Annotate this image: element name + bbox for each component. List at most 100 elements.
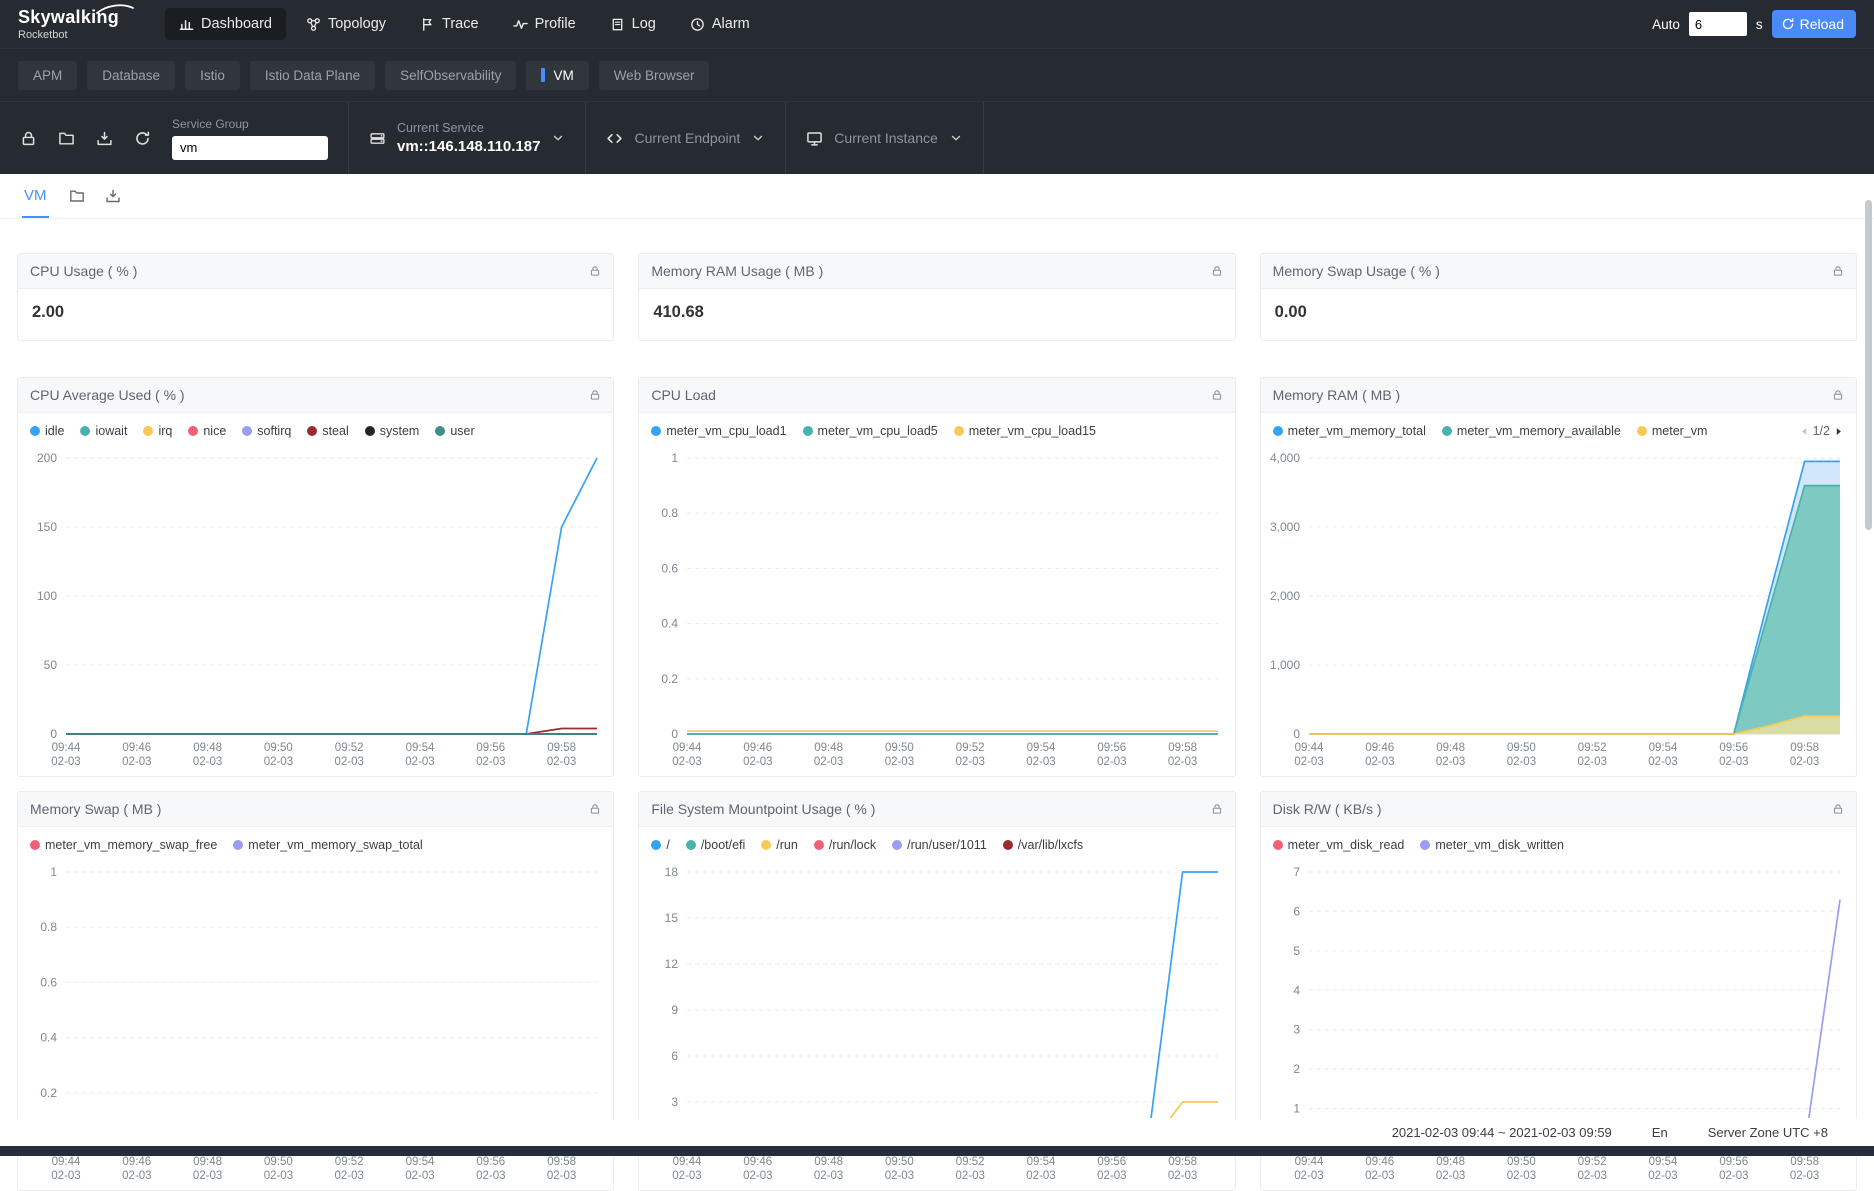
legend-item-run-user-1011[interactable]: /run/user/1011 [892, 838, 987, 852]
chart-legend: meter_vm_memory_swap_free meter_vm_memor… [18, 827, 613, 852]
legend-dot [1637, 426, 1647, 436]
legend-item-irq[interactable]: irq [143, 424, 172, 438]
legend-item-meter-vm-cpu-load1[interactable]: meter_vm_cpu_load1 [651, 424, 786, 438]
layer-tab-selfobservability[interactable]: SelfObservability [385, 61, 516, 90]
legend-item-run-lock[interactable]: /run/lock [814, 838, 876, 852]
svg-text:02-03: 02-03 [673, 756, 702, 768]
legend-label: meter_vm_cpu_load5 [818, 424, 938, 438]
legend-item-softirq[interactable]: softirq [242, 424, 291, 438]
footer-bar: 2021-02-03 09:44 ~ 2021-02-03 09:59 En S… [0, 1118, 1874, 1146]
svg-text:5: 5 [1293, 944, 1300, 958]
svg-text:4,000: 4,000 [1270, 451, 1300, 465]
lock-icon[interactable] [589, 389, 601, 401]
legend-dot [143, 426, 153, 436]
nav-item-dashboard[interactable]: Dashboard [165, 8, 286, 40]
nav-item-topology[interactable]: Topology [292, 8, 400, 40]
current-service-select[interactable]: Current Service vm::146.148.110.187 [348, 102, 585, 174]
service-group-input[interactable] [172, 136, 328, 160]
svg-text:09:44: 09:44 [52, 1156, 81, 1168]
reload-button[interactable]: Reload [1772, 10, 1856, 38]
nav-item-profile[interactable]: Profile [499, 8, 590, 40]
layer-tab-istio-data-plane[interactable]: Istio Data Plane [250, 61, 375, 90]
lock-icon[interactable] [1211, 265, 1223, 277]
dashboard-toolbar: Service Group Current Service vm::146.14… [0, 101, 1874, 174]
svg-text:09:56: 09:56 [1098, 742, 1127, 754]
svg-text:02-03: 02-03 [1506, 1170, 1535, 1182]
layer-tab-apm[interactable]: APM [18, 61, 77, 90]
legend-next-icon[interactable] [1833, 426, 1844, 437]
app-logo[interactable]: Skywalking Rocketbot [18, 8, 119, 41]
time-range-picker[interactable]: 2021-02-03 09:44 ~ 2021-02-03 09:59 [1392, 1125, 1612, 1140]
svg-text:09:56: 09:56 [476, 1156, 505, 1168]
line-chart: 05010015020009:4402-0309:4602-0309:4802-… [18, 440, 611, 776]
book-icon [610, 17, 625, 32]
svg-text:09:44: 09:44 [52, 742, 81, 754]
lock-icon[interactable] [1832, 389, 1844, 401]
nav-item-log[interactable]: Log [596, 8, 670, 40]
import-template-button[interactable] [50, 122, 82, 154]
stat-value: 2.00 [18, 289, 613, 340]
legend-item-nice[interactable]: nice [188, 424, 226, 438]
nav-item-alarm[interactable]: Alarm [676, 8, 764, 40]
layer-tab-istio[interactable]: Istio [185, 61, 240, 90]
svg-text:09:52: 09:52 [1577, 1156, 1606, 1168]
legend-item-steal[interactable]: steal [307, 424, 348, 438]
svg-text:09:52: 09:52 [1577, 742, 1606, 754]
legend-prev-icon[interactable] [1799, 426, 1810, 437]
legend-item-iowait[interactable]: iowait [80, 424, 127, 438]
layer-tab-database[interactable]: Database [87, 61, 175, 90]
svg-text:02-03: 02-03 [334, 756, 363, 768]
legend-item-meter-vm-cpu-load5[interactable]: meter_vm_cpu_load5 [803, 424, 938, 438]
current-service-texts: Current Service vm::146.148.110.187 [397, 121, 540, 155]
legend-label: irq [158, 424, 172, 438]
legend-item-meter-vm-cpu-load15[interactable]: meter_vm_cpu_load15 [954, 424, 1096, 438]
lock-icon[interactable] [1832, 803, 1844, 815]
refresh-button[interactable] [126, 122, 158, 154]
lock-icon[interactable] [1211, 389, 1223, 401]
lock-icon[interactable] [1832, 265, 1844, 277]
lock-icon[interactable] [589, 265, 601, 277]
legend-item-run[interactable]: /run [761, 838, 798, 852]
chart-legend: meter_vm_cpu_load1 meter_vm_cpu_load5 me… [639, 413, 1234, 438]
download-tray-icon[interactable] [105, 188, 121, 204]
legend-item-meter-vm-memory-total[interactable]: meter_vm_memory_total [1273, 424, 1426, 438]
lock-button[interactable] [12, 122, 44, 154]
auto-interval-input[interactable] [1689, 12, 1747, 36]
legend-dot [686, 840, 696, 850]
folder-icon[interactable] [69, 188, 85, 204]
nav-item-label: Alarm [712, 16, 750, 32]
logo-subtitle: Rocketbot [18, 29, 119, 41]
svg-text:50: 50 [44, 658, 58, 672]
legend-item-meter-vm-memory-available[interactable]: meter_vm_memory_available [1442, 424, 1621, 438]
svg-text:6: 6 [672, 1049, 679, 1063]
layer-tab-web-browser[interactable]: Web Browser [599, 61, 710, 90]
legend-label: iowait [95, 424, 127, 438]
scrollbar-thumb[interactable] [1865, 200, 1872, 530]
svg-text:02-03: 02-03 [1719, 1170, 1748, 1182]
legend-item-var-lib-lxcfs[interactable]: /var/lib/lxcfs [1003, 838, 1083, 852]
view-tab-vm[interactable]: VM [22, 174, 49, 218]
current-endpoint-select[interactable]: Current Endpoint [585, 102, 785, 174]
layer-tab-vm[interactable]: VM [526, 61, 588, 90]
legend-item-idle[interactable]: idle [30, 424, 64, 438]
legend-item-meter-vm-memory-swap-total[interactable]: meter_vm_memory_swap_total [233, 838, 422, 852]
current-instance-select[interactable]: Current Instance [785, 102, 984, 174]
legend-label: meter_vm_cpu_load15 [969, 424, 1096, 438]
svg-text:09:56: 09:56 [1098, 1156, 1127, 1168]
legend-item-meter-vm-disk-read[interactable]: meter_vm_disk_read [1273, 838, 1405, 852]
export-template-button[interactable] [88, 122, 120, 154]
legend-item-user[interactable]: user [435, 424, 474, 438]
legend-item-root[interactable]: / [651, 838, 669, 852]
view-tabbar: VM [0, 174, 1874, 219]
line-chart: 00.20.40.60.8109:4402-0309:4602-0309:480… [639, 440, 1232, 776]
language-toggle[interactable]: En [1652, 1125, 1668, 1140]
legend-item-meter-vm-disk-written[interactable]: meter_vm_disk_written [1420, 838, 1564, 852]
legend-item-boot-efi[interactable]: /boot/efi [686, 838, 745, 852]
lock-icon[interactable] [1211, 803, 1223, 815]
nav-item-trace[interactable]: Trace [406, 8, 493, 40]
svg-text:09:58: 09:58 [547, 1156, 576, 1168]
lock-icon[interactable] [589, 803, 601, 815]
legend-item-system[interactable]: system [365, 424, 420, 438]
legend-item-meter-vm-memory-swap-free[interactable]: meter_vm_memory_swap_free [30, 838, 217, 852]
legend-item-meter-vm[interactable]: meter_vm [1637, 424, 1708, 438]
